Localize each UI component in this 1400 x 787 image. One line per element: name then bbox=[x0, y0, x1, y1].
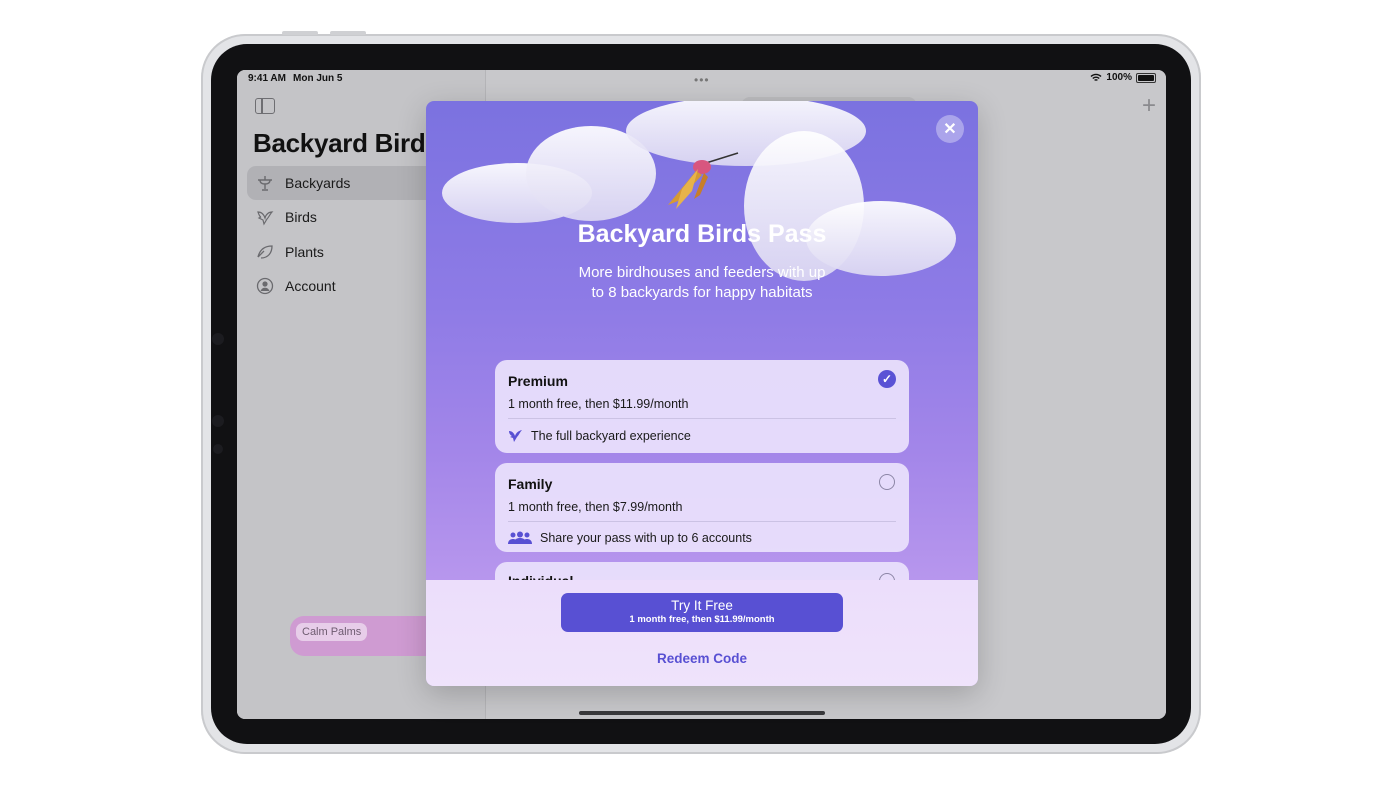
status-time: 9:41 AM bbox=[248, 73, 286, 84]
camera-dot bbox=[212, 415, 224, 427]
sheet-footer: Try It Free 1 month free, then $11.99/mo… bbox=[426, 580, 978, 686]
people-group-icon bbox=[508, 531, 532, 544]
bird-icon bbox=[509, 430, 522, 442]
hummingbird-icon bbox=[668, 152, 739, 209]
cta-label: Try It Free bbox=[671, 598, 733, 613]
checkmark-icon: ✓ bbox=[878, 370, 896, 388]
plan-name: Family bbox=[508, 476, 553, 492]
sidebar-item-label: Backyards bbox=[285, 175, 351, 191]
sidebar-item-label: Account bbox=[285, 278, 336, 294]
try-it-free-button[interactable]: Try It Free 1 month free, then $11.99/mo… bbox=[561, 593, 843, 632]
plan-price: 1 month free, then $7.99/month bbox=[508, 500, 683, 514]
cta-detail: 1 month free, then $11.99/month bbox=[629, 614, 775, 625]
plan-name: Premium bbox=[508, 373, 568, 389]
status-date: Mon Jun 5 bbox=[293, 73, 343, 84]
pass-subtitle: More birdhouses and feeders with up to 8… bbox=[578, 264, 826, 301]
backyard-card-label: Calm Palms bbox=[296, 623, 368, 641]
sidebar-toggle-icon[interactable] bbox=[255, 98, 275, 114]
plan-feature-text: The full backyard experience bbox=[531, 428, 691, 443]
status-indicators: 100% bbox=[1090, 72, 1156, 83]
pass-subscription-sheet: ✕ Backyard Birds Pass More birdhouses an… bbox=[426, 101, 978, 686]
plan-feature-text: Share your pass with up to 6 accounts bbox=[540, 531, 752, 545]
divider bbox=[508, 521, 896, 522]
battery-percent: 100% bbox=[1106, 72, 1132, 83]
radio-button[interactable] bbox=[879, 474, 895, 490]
top-button-right bbox=[330, 31, 366, 35]
divider bbox=[508, 418, 896, 419]
multitasking-dots-icon[interactable]: ••• bbox=[694, 73, 710, 87]
camera-dot bbox=[213, 444, 223, 454]
wifi-icon bbox=[1090, 73, 1102, 81]
pass-title: Backyard Birds Pass bbox=[577, 220, 827, 248]
birdbath-icon bbox=[255, 173, 275, 193]
person-circle-icon bbox=[255, 276, 275, 296]
plan-feature: The full backyard experience bbox=[508, 428, 691, 443]
add-icon[interactable]: + bbox=[1142, 92, 1156, 120]
battery-icon bbox=[1136, 72, 1156, 83]
sidebar-item-label: Birds bbox=[285, 209, 317, 225]
sidebar-item-label: Plants bbox=[285, 244, 324, 260]
leaf-icon bbox=[255, 242, 275, 262]
redeem-code-link[interactable]: Redeem Code bbox=[426, 651, 978, 666]
plan-option-family[interactable]: Family 1 month free, then $7.99/month Sh… bbox=[495, 463, 909, 552]
plan-feature: Share your pass with up to 6 accounts bbox=[508, 531, 752, 545]
top-button-left bbox=[282, 31, 318, 35]
camera-dot bbox=[212, 333, 224, 345]
plan-option-premium[interactable]: Premium ✓ 1 month free, then $11.99/mont… bbox=[495, 360, 909, 453]
close-button[interactable]: ✕ bbox=[936, 115, 964, 143]
bird-icon bbox=[255, 207, 275, 227]
plan-price: 1 month free, then $11.99/month bbox=[508, 397, 689, 411]
home-indicator[interactable] bbox=[579, 711, 825, 715]
sidebar-title: Backyard Birds bbox=[253, 128, 440, 158]
